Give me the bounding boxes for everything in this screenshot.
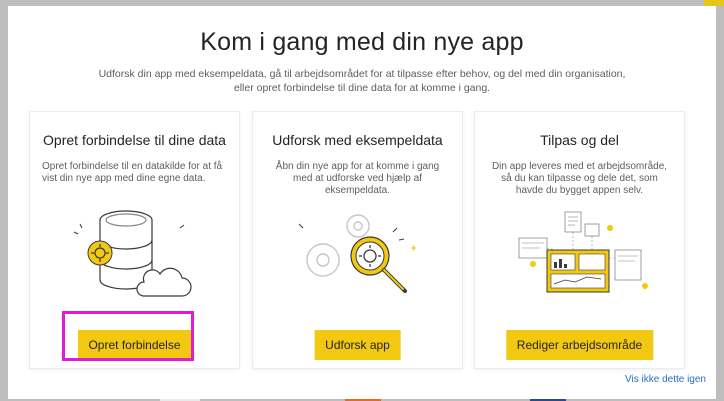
explore-app-button[interactable]: Udforsk app [314, 330, 401, 360]
card-description: Din app leveres med et arbejdsområde, så… [491, 161, 668, 196]
card-description: Opret forbindelse til en datakilde for a… [42, 161, 223, 184]
card-description: Åbn din nye app for at komme i gang med … [275, 161, 440, 196]
card-title: Opret forbindelse til dine data [43, 132, 226, 148]
database-cloud-icon [73, 210, 192, 297]
card-title: Udforsk med eksempeldata [272, 132, 443, 148]
card-title: Tilpas og del [540, 132, 619, 148]
dialog-title: Kom i gang med din nye app [200, 28, 524, 56]
edit-workspace-button[interactable]: Rediger arbejdsområde [505, 330, 654, 360]
dont-show-again-link[interactable]: Vis ikke dette igen [625, 374, 706, 385]
dialog-subtitle-line-1: Udforsk din app med eksempeldata, gå til… [98, 68, 626, 80]
dialog-subtitle-line-2: eller opret forbindelse til dine data fo… [233, 82, 491, 94]
card-customize-share: Tilpas og del Din app leveres med et arb… [475, 112, 684, 368]
gears-magnifier-icon [298, 214, 416, 293]
highlight-box [62, 311, 194, 361]
card-explore-sample: Udforsk med eksempeldata Åbn din nye app… [253, 112, 462, 368]
dashboard-icon [518, 211, 648, 293]
dialog-subtitle: Udforsk din app med eksempeldata, gå til… [48, 67, 676, 95]
